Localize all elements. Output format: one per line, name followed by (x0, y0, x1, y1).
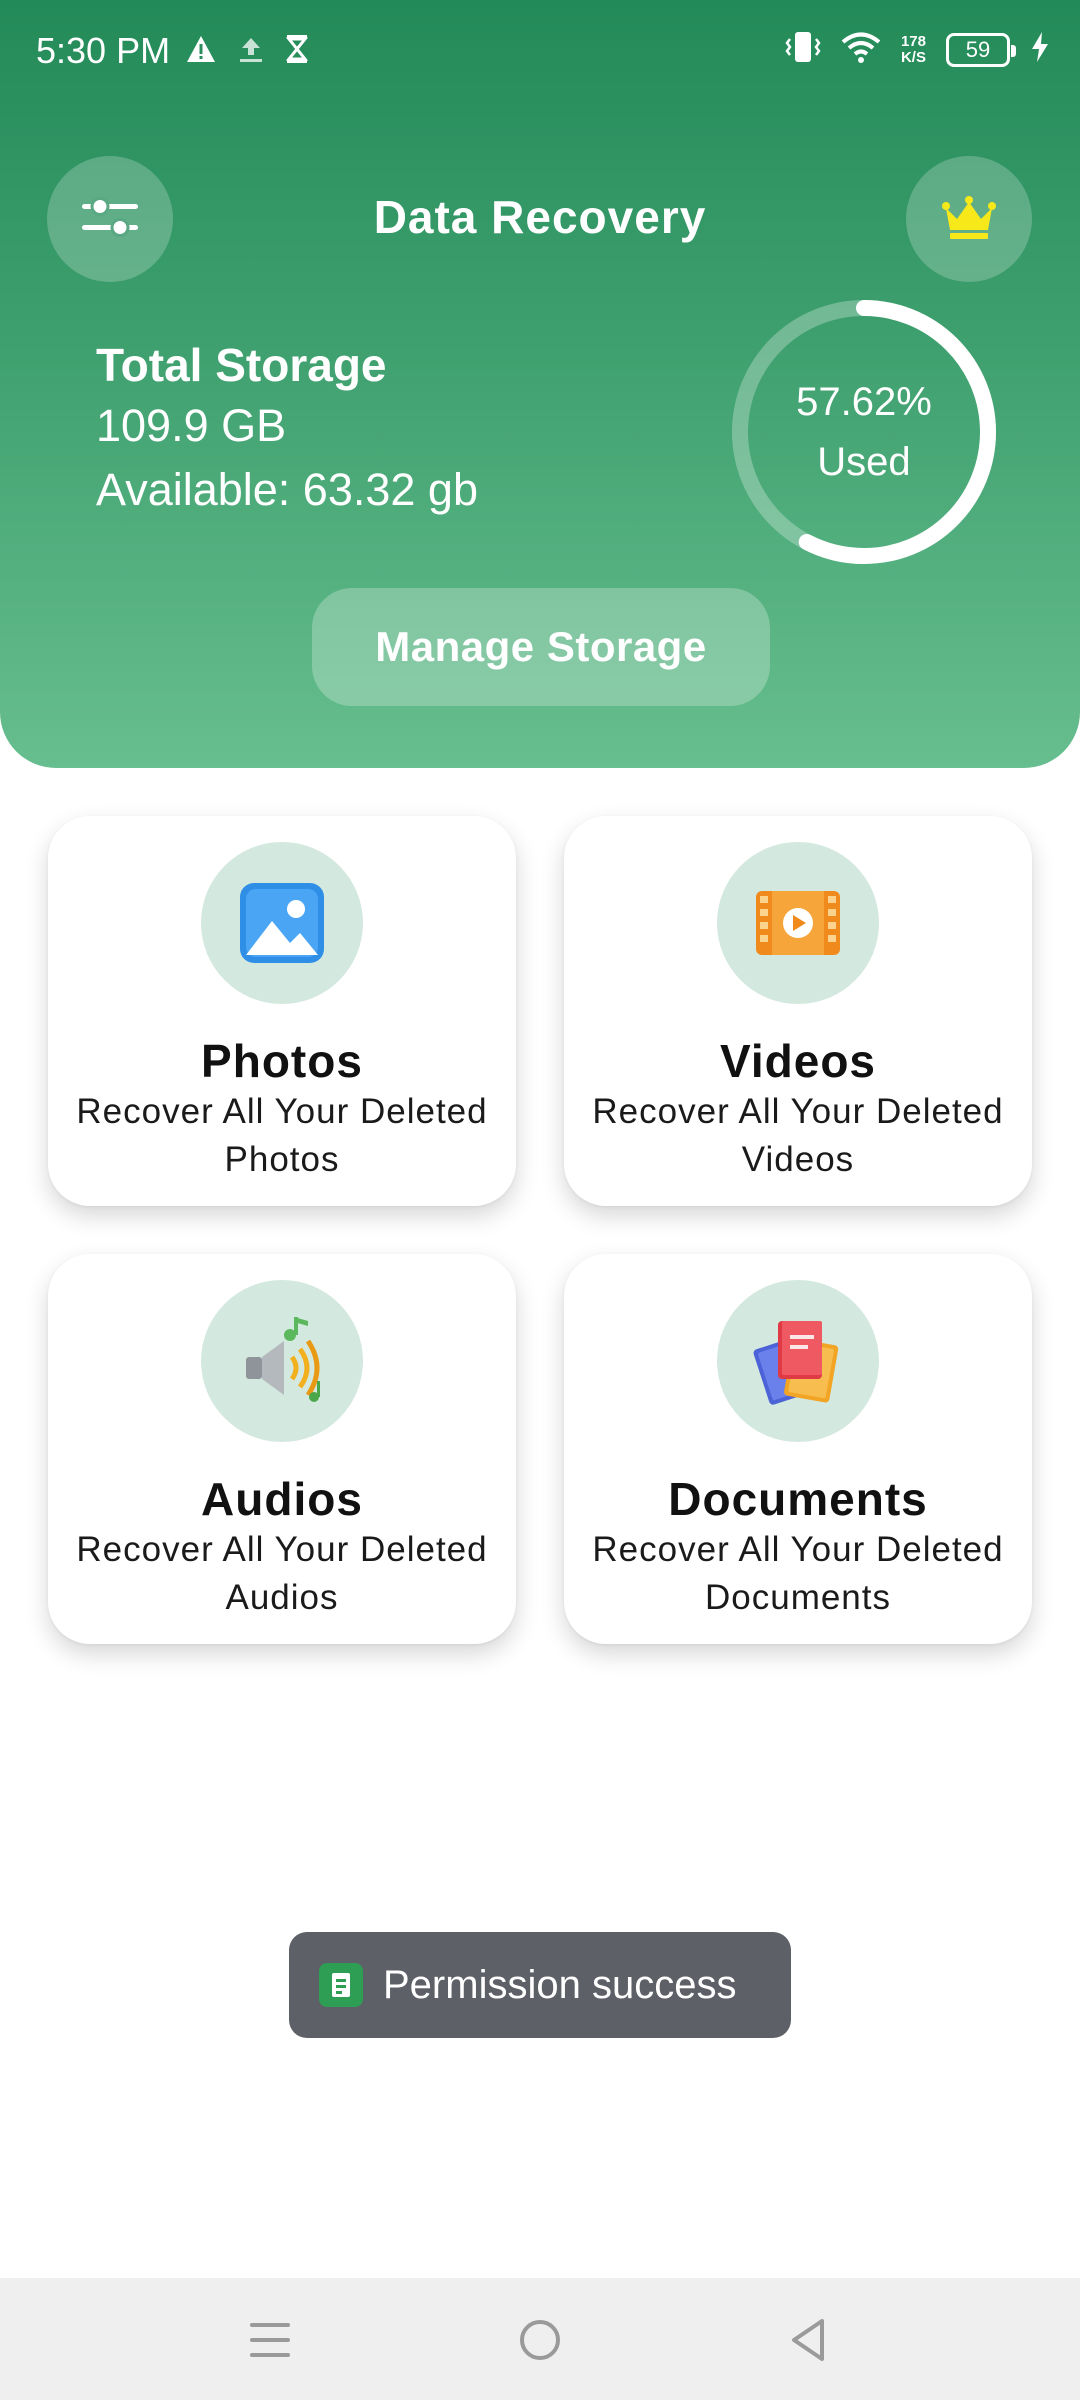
documents-card[interactable]: Documents Recover All Your Deleted Docum… (564, 1254, 1032, 1644)
card-title: Documents (668, 1473, 928, 1525)
back-icon[interactable] (768, 2300, 848, 2380)
app-icon (319, 1963, 363, 2007)
documents-icon (717, 1280, 879, 1442)
premium-button[interactable] (906, 156, 1032, 282)
card-title: Videos (720, 1035, 876, 1087)
audio-icon (201, 1280, 363, 1442)
hourglass-icon (285, 34, 309, 69)
network-speed: 178 K/S (900, 32, 926, 66)
crown-icon (940, 194, 998, 245)
card-description: Recover All Your Deleted Documents (592, 1530, 1004, 1617)
home-icon[interactable] (500, 2300, 580, 2380)
menu-icon[interactable] (230, 2300, 310, 2380)
toast-text: Permission success (383, 1962, 737, 2007)
permission-toast: Permission success (289, 1932, 791, 2038)
warning-icon (186, 35, 216, 68)
video-icon (717, 842, 879, 1004)
card-description: Recover All Your Deleted Photos (76, 1092, 488, 1179)
used-label: Used (817, 440, 911, 484)
battery-level: 59 (965, 36, 991, 62)
header-panel: 5:30 PM 178 K/S 59 Data Recovery Total S… (0, 0, 1080, 768)
system-nav-bar (0, 2278, 1080, 2400)
manage-storage-button[interactable]: Manage Storage (312, 588, 770, 706)
storage-title: Total Storage (96, 339, 387, 391)
photo-icon (201, 842, 363, 1004)
card-description: Recover All Your Deleted Videos (592, 1092, 1004, 1179)
charging-icon (1030, 31, 1050, 68)
battery-icon: 59 (946, 32, 1016, 67)
card-title: Photos (201, 1035, 363, 1087)
vibrate-icon (785, 30, 821, 69)
storage-available: Available: 63.32 gb (96, 464, 478, 515)
storage-total: 109.9 GB (96, 400, 287, 451)
upload-icon (238, 35, 264, 68)
status-bar: 5:30 PM 178 K/S 59 (0, 0, 1080, 108)
videos-card[interactable]: Videos Recover All Your Deleted Videos (564, 816, 1032, 1206)
card-title: Audios (201, 1473, 363, 1525)
wifi-icon (841, 31, 881, 68)
used-percent: 57.62% (796, 380, 932, 424)
audios-card[interactable]: Audios Recover All Your Deleted Audios (48, 1254, 516, 1644)
card-description: Recover All Your Deleted Audios (76, 1530, 488, 1617)
storage-usage-label: 57.62% Used (728, 296, 1000, 568)
photos-card[interactable]: Photos Recover All Your Deleted Photos (48, 816, 516, 1206)
status-time: 5:30 PM (36, 30, 171, 71)
